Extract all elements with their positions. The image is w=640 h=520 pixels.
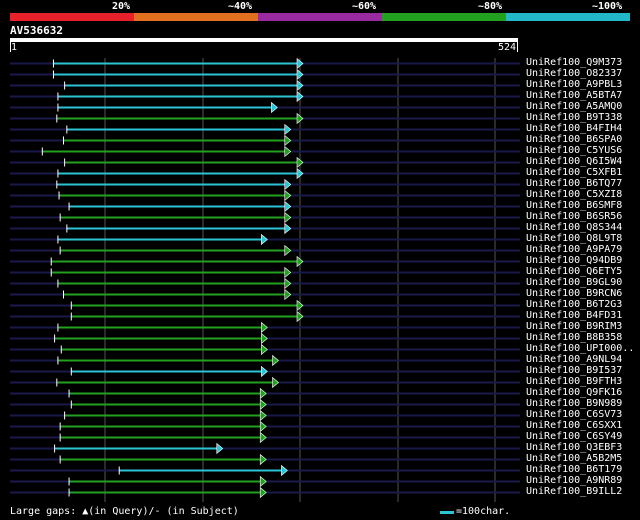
hit-label[interactable]: UniRef100_O82337 (526, 68, 622, 79)
legend-scale-swatch (440, 511, 454, 514)
hit-label[interactable]: UniRef100_B9N989 (526, 398, 622, 409)
hit-arrowhead (259, 387, 267, 400)
hit-label[interactable]: UniRef100_B4FD31 (526, 310, 622, 321)
hit-label[interactable]: UniRef100_Q3EBF3 (526, 442, 622, 453)
hit-label[interactable]: UniRef100_A5AMQ0 (526, 101, 622, 112)
hit-label[interactable]: UniRef100_A9PBL3 (526, 79, 622, 90)
hit-label[interactable]: UniRef100_C6SV73 (526, 409, 622, 420)
hit-arrowhead (284, 145, 292, 158)
hit-arrowhead (261, 343, 268, 356)
hit-arrowhead (284, 211, 292, 224)
hit-label[interactable]: UniRef100_B6TQ77 (526, 178, 622, 189)
hit-label[interactable]: UniRef100_Q8L9T8 (526, 233, 622, 244)
hit-label[interactable]: UniRef100_B9FTH3 (526, 376, 622, 387)
hit-arrowhead (284, 266, 292, 279)
hit-arrowhead (284, 123, 292, 136)
hit-label[interactable]: UniRef100_A9NR89 (526, 475, 622, 486)
hit-arrowhead (259, 398, 267, 411)
hit-label[interactable]: UniRef100_B6SPA0 (526, 134, 622, 145)
hit-label[interactable]: UniRef100_B6SR56 (526, 211, 622, 222)
hit-arrowhead (281, 464, 288, 477)
legend-scale-text: =100char. (456, 506, 511, 517)
hit-arrowhead (259, 453, 267, 466)
hit-label[interactable]: UniRef100_C5YUS6 (526, 145, 622, 156)
hit-label[interactable]: UniRef100_A5B2M5 (526, 453, 622, 464)
hit-arrowhead (261, 365, 268, 378)
hit-arrowhead (284, 200, 292, 213)
hit-arrowhead (259, 420, 267, 433)
hit-label[interactable]: UniRef100_A9NL94 (526, 354, 622, 365)
hit-arrowhead (284, 189, 292, 202)
hit-arrowhead (284, 178, 292, 191)
hit-label[interactable]: UniRef100_Q6ETY5 (526, 266, 622, 277)
hit-label[interactable]: UniRef100_A9PA79 (526, 244, 622, 255)
hit-label[interactable]: UniRef100_C6SY49 (526, 431, 622, 442)
hit-label[interactable]: UniRef100_Q9M373 (526, 57, 622, 68)
hit-label[interactable]: UniRef100_B9I537 (526, 365, 622, 376)
hit-arrowhead (284, 222, 292, 235)
hit-label[interactable]: UniRef100_B9RIM3 (526, 321, 622, 332)
hit-label[interactable]: UniRef100_UPI000.. (526, 343, 634, 354)
hit-arrowhead (271, 101, 278, 114)
hit-arrowhead (284, 288, 292, 301)
hit-label[interactable]: UniRef100_B6T2G3 (526, 299, 622, 310)
hit-arrowhead (284, 134, 292, 147)
hit-arrowhead (261, 332, 268, 345)
hit-label[interactable]: UniRef100_B6T179 (526, 464, 622, 475)
hit-arrowhead (259, 475, 267, 488)
hit-arrowhead (272, 376, 279, 389)
hit-label[interactable]: UniRef100_B9T338 (526, 112, 622, 123)
hit-label[interactable]: UniRef100_Q6I5W4 (526, 156, 622, 167)
hit-label[interactable]: UniRef100_A5BTA7 (526, 90, 622, 101)
hit-label[interactable]: UniRef100_C5XFB1 (526, 167, 622, 178)
hit-arrowhead (261, 233, 268, 246)
hit-arrowhead (216, 442, 224, 455)
hit-arrowhead (261, 321, 268, 334)
hit-arrowhead (259, 486, 267, 499)
hit-label[interactable]: UniRef100_B6SMF8 (526, 200, 622, 211)
hit-label[interactable]: UniRef100_B9ILL2 (526, 486, 622, 497)
hit-label[interactable]: UniRef100_B4FIH4 (526, 123, 622, 134)
hit-arrowhead (259, 431, 267, 444)
legend-gaps: Large gaps: ▲(in Query)/- (in Subject) (10, 506, 239, 517)
hit-label[interactable]: UniRef100_C6SXX1 (526, 420, 622, 431)
hit-label[interactable]: UniRef100_C5XZI8 (526, 189, 622, 200)
hit-arrowhead (284, 244, 292, 257)
hit-arrowhead (272, 354, 279, 367)
hit-label[interactable]: UniRef100_Q8S344 (526, 222, 622, 233)
hit-label[interactable]: UniRef100_Q94DB9 (526, 255, 622, 266)
hit-label[interactable]: UniRef100_B9GL90 (526, 277, 622, 288)
hit-arrowhead (284, 277, 292, 290)
hit-label[interactable]: UniRef100_Q9FK16 (526, 387, 622, 398)
hit-arrowhead (259, 409, 267, 422)
hit-label[interactable]: UniRef100_B8B358 (526, 332, 622, 343)
hit-label[interactable]: UniRef100_B9RCN6 (526, 288, 622, 299)
